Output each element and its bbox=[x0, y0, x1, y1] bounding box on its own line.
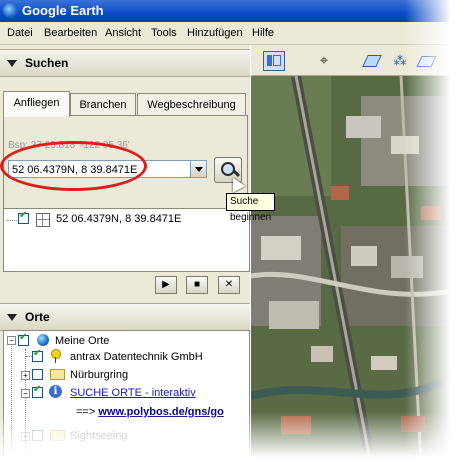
add-polygon-button[interactable] bbox=[361, 51, 383, 71]
arrow-prefix: ==> bbox=[76, 406, 99, 418]
globe-icon bbox=[37, 334, 49, 346]
play-button[interactable]: ▶ bbox=[155, 276, 177, 294]
path-icon: ⁂ bbox=[393, 53, 407, 68]
image-overlay-icon bbox=[416, 56, 437, 67]
places-tree: − Meine Orte antrax Datentechnik GmbH + … bbox=[3, 330, 250, 462]
menu-datei[interactable]: Datei bbox=[7, 27, 33, 39]
expand-toggle[interactable]: − bbox=[21, 389, 30, 398]
polygon-icon bbox=[362, 55, 382, 67]
place-item-suche-orte[interactable]: SUCHE ORTE - interaktiv bbox=[70, 387, 196, 399]
collapse-arrow-icon[interactable] bbox=[7, 314, 17, 321]
menu-hinzufuegen[interactable]: Hinzufügen bbox=[187, 27, 243, 39]
place-checkbox[interactable] bbox=[32, 369, 43, 380]
menu-bar: Datei Bearbeiten Ansicht Tools Hinzufüge… bbox=[0, 22, 452, 45]
add-path-button[interactable]: ⁂ bbox=[389, 51, 411, 71]
menu-hilfe[interactable]: Hilfe bbox=[252, 27, 274, 39]
place-checkbox[interactable] bbox=[32, 384, 43, 398]
place-checkbox[interactable] bbox=[18, 332, 29, 346]
app-window: Google Earth Datei Bearbeiten Ansicht To… bbox=[0, 0, 453, 462]
search-history-dropdown[interactable] bbox=[190, 160, 207, 178]
expand-toggle[interactable]: + bbox=[21, 371, 30, 380]
menu-bearbeiten[interactable]: Bearbeiten bbox=[44, 27, 97, 39]
side-panel: Suchen Anfliegen Branchen Wegbeschreibun… bbox=[0, 45, 276, 462]
pushpin-icon bbox=[51, 349, 61, 359]
add-placemark-icon: ⌖ bbox=[319, 52, 329, 69]
coordinate-icon bbox=[36, 213, 50, 227]
search-section-header[interactable]: Suchen bbox=[0, 49, 250, 77]
sidebar-toggle-button[interactable] bbox=[263, 51, 285, 71]
expand-toggle[interactable]: + bbox=[21, 432, 30, 441]
result-item-label[interactable]: 52 06.4379N, 8 39.8471E bbox=[56, 213, 181, 225]
place-item-meine-orte[interactable]: Meine Orte bbox=[55, 335, 109, 347]
tab-anfliegen[interactable]: Anfliegen bbox=[3, 91, 70, 117]
placemark-button[interactable]: ⌖ bbox=[313, 51, 335, 71]
info-icon: i bbox=[49, 385, 62, 398]
polybos-link[interactable]: www.polybos.de/gns/go bbox=[98, 406, 224, 418]
menu-tools[interactable]: Tools bbox=[151, 27, 177, 39]
search-section-title: Suchen bbox=[25, 56, 69, 70]
stop-button[interactable]: ■ bbox=[186, 276, 208, 294]
place-item-antrax[interactable]: antrax Datentechnik GmbH bbox=[70, 351, 203, 363]
tab-wegbeschreibung[interactable]: Wegbeschreibung bbox=[137, 93, 246, 116]
sidebar-icon bbox=[267, 55, 272, 66]
places-section-header[interactable]: Orte bbox=[0, 303, 250, 331]
place-checkbox[interactable] bbox=[32, 348, 43, 362]
highlight-oval bbox=[0, 141, 147, 191]
map-toolbar: ⌖ ⁂ bbox=[251, 45, 452, 76]
folder-icon bbox=[50, 369, 65, 380]
expand-toggle[interactable]: − bbox=[7, 336, 16, 345]
place-item-sightseeing[interactable]: Sightseeing bbox=[70, 430, 128, 442]
folder-icon bbox=[50, 430, 65, 441]
result-checkbox[interactable] bbox=[18, 210, 29, 224]
magnifier-icon bbox=[221, 162, 235, 176]
map-area: ⌖ ⁂ bbox=[251, 45, 452, 462]
tab-branchen[interactable]: Branchen bbox=[70, 93, 136, 116]
window-title: Google Earth bbox=[22, 3, 104, 18]
menu-ansicht[interactable]: Ansicht bbox=[105, 27, 141, 39]
place-checkbox[interactable] bbox=[32, 430, 43, 441]
places-section-title: Orte bbox=[25, 310, 50, 324]
satellite-imagery bbox=[251, 76, 452, 462]
place-item-nuerburgring[interactable]: Nürburgring bbox=[70, 369, 128, 381]
add-overlay-button[interactable] bbox=[415, 51, 437, 71]
google-earth-icon bbox=[3, 3, 18, 18]
satellite-map-view[interactable] bbox=[251, 76, 452, 462]
close-button[interactable]: ✕ bbox=[218, 276, 240, 294]
search-tooltip: Suche beginnen bbox=[226, 193, 276, 223]
title-bar: Google Earth bbox=[0, 0, 452, 22]
search-results-list: 52 06.4379N, 8 39.8471E bbox=[3, 208, 250, 272]
collapse-arrow-icon[interactable] bbox=[7, 60, 17, 67]
